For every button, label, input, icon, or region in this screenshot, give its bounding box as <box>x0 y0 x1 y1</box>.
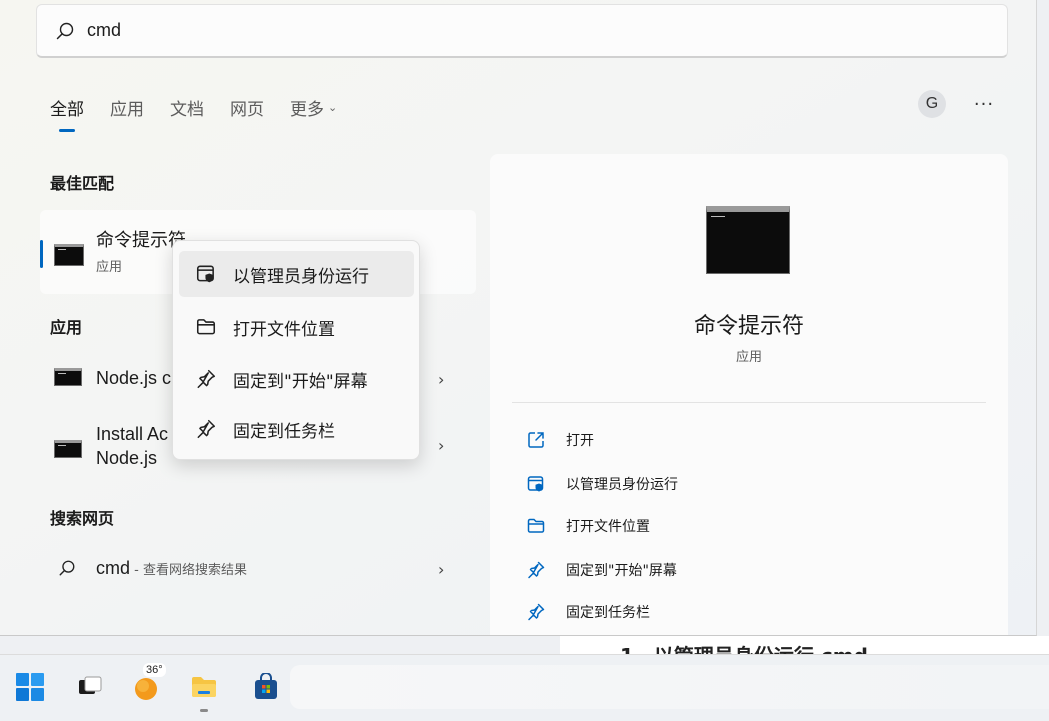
context-menu-item-open-file-location[interactable]: 打开文件位置 <box>179 304 414 350</box>
windows-start-icon <box>16 673 44 701</box>
chevron-right-icon[interactable]: › <box>438 436 444 455</box>
microsoft-store-icon <box>255 673 277 699</box>
context-menu-item-pin-to-start[interactable]: 固定到"开始"屏幕 <box>179 356 414 402</box>
context-menu-label: 打开文件位置 <box>233 319 335 340</box>
context-menu: 以管理员身份运行 打开文件位置 固定到"开始"屏幕 固定到任务栏 <box>172 240 420 460</box>
weather-temperature: 36° <box>143 663 166 677</box>
command-prompt-icon <box>54 244 84 266</box>
more-options-button[interactable]: ··· <box>970 90 998 118</box>
chevron-right-icon[interactable]: › <box>438 560 444 579</box>
tab-more-label: 更多 <box>290 99 324 120</box>
action-open-file-location[interactable]: 打开文件位置 <box>526 514 650 538</box>
tab-web[interactable]: 网页 <box>230 92 264 122</box>
apps-heading: 应用 <box>50 318 83 337</box>
pin-icon <box>197 369 216 389</box>
action-label: 固定到任务栏 <box>566 605 650 621</box>
background-window-peek: 1、以管理员身份运行 cmd <box>560 636 1049 656</box>
admin-shield-icon <box>196 265 214 283</box>
preview-pane: 命令提示符 应用 打开 以管理员身份运行 打开文件位置 固定到"开始"屏幕 固定… <box>490 154 1008 635</box>
context-menu-label: 固定到任务栏 <box>233 421 335 442</box>
action-label: 以管理员身份运行 <box>566 477 678 493</box>
microsoft-store-button[interactable] <box>248 669 284 705</box>
search-icon <box>59 560 75 576</box>
tab-apps[interactable]: 应用 <box>110 92 144 122</box>
list-item-label: Install Ac Node.js <box>96 422 168 470</box>
command-prompt-large-icon <box>706 206 790 274</box>
account-avatar[interactable]: G <box>918 90 946 118</box>
selection-indicator <box>40 240 43 268</box>
taskbar: 36° <box>0 654 1049 721</box>
pin-icon <box>197 419 216 439</box>
web-search-heading: 搜索网页 <box>50 509 115 528</box>
task-view-button[interactable] <box>72 669 108 705</box>
web-search-query: cmd <box>96 558 131 578</box>
action-open[interactable]: 打开 <box>526 428 594 452</box>
pin-icon <box>528 603 545 621</box>
preview-title: 命令提示符 <box>693 314 804 339</box>
context-menu-label: 以管理员身份运行 <box>233 266 369 287</box>
filter-tabs: 全部 应用 文档 网页 更多 ⌄ <box>50 92 363 122</box>
start-button[interactable] <box>12 669 48 705</box>
tab-more[interactable]: 更多 ⌄ <box>290 92 337 122</box>
action-pin-to-start[interactable]: 固定到"开始"屏幕 <box>526 558 677 582</box>
best-match-heading: 最佳匹配 <box>50 174 115 193</box>
running-indicator <box>200 709 208 712</box>
best-match-subtitle: 应用 <box>96 260 123 275</box>
action-label: 打开 <box>566 433 594 449</box>
divider <box>512 402 986 403</box>
file-explorer-button[interactable] <box>186 669 222 705</box>
search-icon <box>56 22 74 39</box>
tab-documents[interactable]: 文档 <box>170 92 204 122</box>
tab-all[interactable]: 全部 <box>50 92 84 122</box>
pin-icon <box>528 561 545 579</box>
list-item-label: Node.js c <box>96 368 172 388</box>
context-menu-label: 固定到"开始"屏幕 <box>233 371 368 392</box>
chevron-down-icon: ⌄ <box>328 100 338 114</box>
web-search-suffix: - 查看网络搜索结果 <box>130 563 247 578</box>
open-external-icon <box>528 432 544 448</box>
file-explorer-icon <box>192 677 216 697</box>
web-search-result[interactable]: cmd - 查看网络搜索结果 › <box>40 546 476 596</box>
action-label: 打开文件位置 <box>566 519 650 535</box>
list-item-line2: Node.js <box>96 448 158 468</box>
task-view-icon <box>79 676 102 694</box>
start-search-panel: 全部 应用 文档 网页 更多 ⌄ G ··· 最佳匹配 命令提示符 应用 应用 … <box>0 0 1037 636</box>
preview-subtitle: 应用 <box>735 350 762 365</box>
search-input[interactable] <box>87 20 967 41</box>
list-item-line1: Install Ac <box>96 424 169 444</box>
action-pin-to-taskbar[interactable]: 固定到任务栏 <box>526 600 650 624</box>
chevron-right-icon[interactable]: › <box>438 370 444 389</box>
action-label: 固定到"开始"屏幕 <box>566 563 677 579</box>
admin-shield-icon <box>527 476 544 492</box>
folder-icon <box>196 319 216 335</box>
terminal-icon <box>54 440 82 458</box>
context-menu-item-run-as-admin[interactable]: 以管理员身份运行 <box>179 251 414 297</box>
taskbar-empty-area <box>290 665 1049 709</box>
search-box[interactable] <box>36 4 1008 58</box>
terminal-icon <box>54 368 82 386</box>
action-run-as-admin[interactable]: 以管理员身份运行 <box>526 472 678 496</box>
folder-icon <box>527 518 545 533</box>
context-menu-item-pin-to-taskbar[interactable]: 固定到任务栏 <box>179 406 414 452</box>
weather-widget-button[interactable]: 36° <box>130 663 166 705</box>
web-search-label: cmd - 查看网络搜索结果 <box>96 556 247 583</box>
